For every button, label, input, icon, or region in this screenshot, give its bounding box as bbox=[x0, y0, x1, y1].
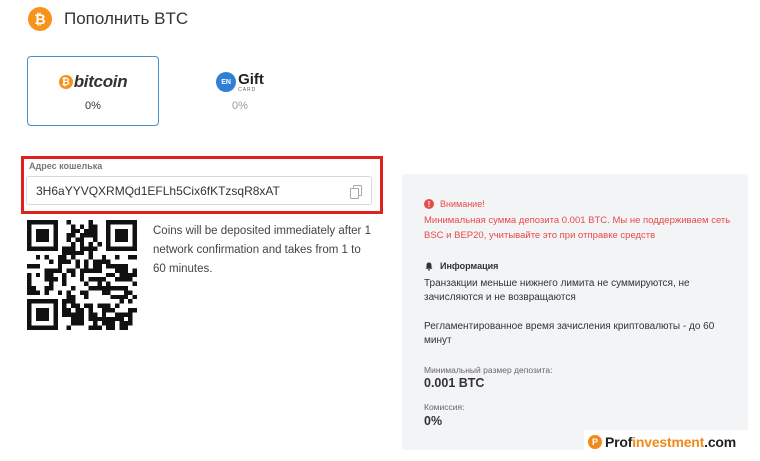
gift-card-logo-sub: CARD bbox=[238, 86, 257, 93]
qr-code bbox=[27, 220, 137, 330]
gift-card-logo-text: Gift bbox=[238, 70, 264, 88]
method-percent: 0% bbox=[85, 100, 101, 112]
method-card-bitcoin[interactable]: ₿ bitcoin 0% bbox=[27, 56, 159, 126]
gift-card-logo: EN Gift CARD bbox=[216, 70, 264, 94]
warning-icon: ! bbox=[424, 199, 434, 209]
wallet-address-value[interactable]: 3H6aYYVQXRMQd1EFLh5Cix6fKTzsqR8xAT bbox=[36, 184, 280, 198]
info-title: Информация bbox=[440, 261, 499, 271]
deposit-note: Coins will be deposited immediately afte… bbox=[153, 225, 371, 275]
copy-icon[interactable] bbox=[350, 184, 362, 199]
fee-value: 0% bbox=[424, 414, 443, 428]
page-title: Пополнить BTC bbox=[64, 9, 189, 28]
bitcoin-logo-text: bitcoin bbox=[73, 72, 128, 91]
bitcoin-b-icon: ₿ bbox=[58, 75, 73, 89]
bell-icon bbox=[425, 262, 433, 271]
info-text-time: Регламентированное время зачисления крип… bbox=[424, 321, 715, 346]
wallet-address-field[interactable]: 3H6aYYVQXRMQd1EFLh5Cix6fKTzsqR8xAT bbox=[26, 176, 372, 205]
method-percent: 0% bbox=[232, 100, 248, 112]
warning-title: Внимание! bbox=[440, 199, 485, 209]
bitcoin-logo: ₿ bitcoin bbox=[58, 70, 128, 94]
btc-coin-icon: ₿ bbox=[28, 7, 52, 31]
min-deposit-label: Минимальный размер депозита: bbox=[424, 365, 553, 375]
info-text-limit: Транзакции меньше нижнего лимита не сумм… bbox=[424, 278, 690, 303]
fee-label: Комиссия: bbox=[424, 402, 465, 412]
watermark-text: Profinvestment.com bbox=[605, 433, 737, 450]
watermark: P Profinvestment.com bbox=[584, 430, 752, 453]
warning-text: Минимальная сумма депозита 0.001 BTC. Мы… bbox=[424, 215, 731, 241]
min-deposit-value: 0.001 BTC bbox=[424, 376, 485, 390]
gift-card-icon: EN bbox=[216, 72, 237, 92]
method-card-gift-card[interactable]: EN Gift CARD 0% bbox=[174, 56, 306, 126]
wallet-address-label: Адрес кошелька bbox=[29, 161, 103, 171]
watermark-logo-icon: P bbox=[588, 434, 602, 449]
